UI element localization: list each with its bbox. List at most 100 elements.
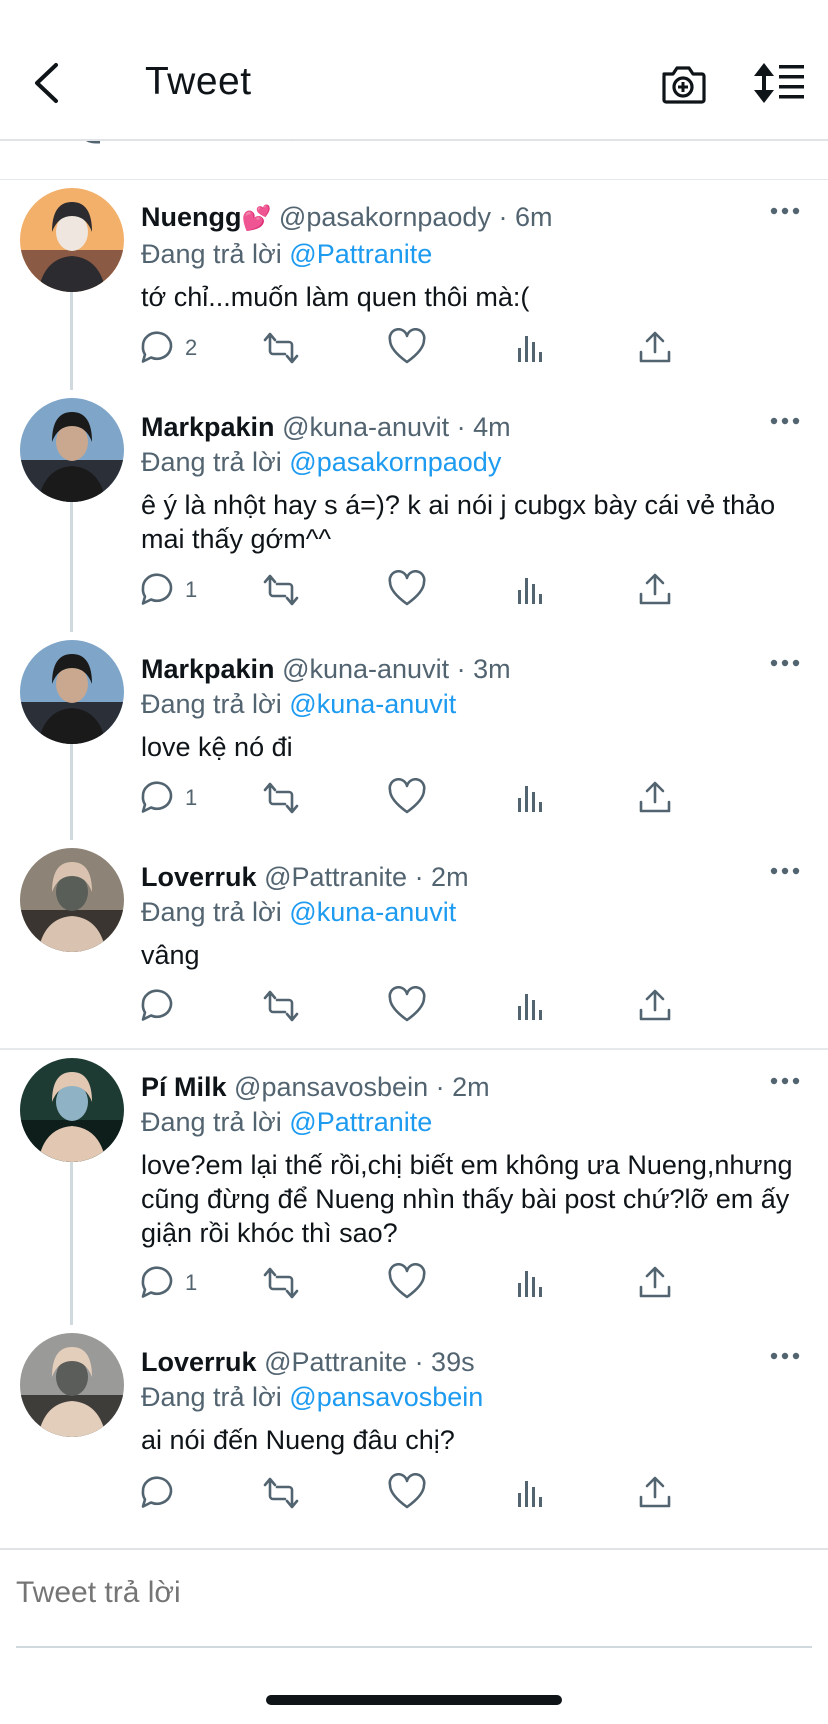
reply-button[interactable]: 1 [137,1263,197,1303]
tweet-item[interactable]: Markpakin @kuna-anuvit · 3m Đang trả lời … [0,632,828,840]
views-button[interactable] [511,1473,551,1513]
share-button[interactable] [635,986,675,1026]
author-handle: @kuna-anuvit [282,654,450,684]
avatar[interactable] [20,1333,124,1437]
tweet-item[interactable]: Loverruk @Pattranite · 2m Đang trả lời @k… [0,840,828,1048]
avatar[interactable] [20,640,124,744]
replying-to: Đang trả lời @pasakornpaody [141,444,802,480]
avatar[interactable] [20,848,124,952]
top-nav-bar: Tweet [0,0,828,141]
more-options-button[interactable] [770,1074,800,1086]
tweet-header: Loverruk @Pattranite · 2m [141,860,802,894]
reply-icon [141,1476,173,1508]
retweet-button[interactable] [261,328,301,368]
replying-to-label: Đang trả lời [141,1107,282,1137]
more-options-button[interactable] [770,1349,800,1361]
retweet-icon [263,782,299,814]
back-button[interactable] [26,60,66,106]
tweet-header: Markpakin @kuna-anuvit · 3m [141,652,802,686]
share-icon [639,1476,671,1508]
reply-mention-link[interactable]: @Pattranite [289,239,432,269]
reply-mention-link[interactable]: @kuna-anuvit [289,897,456,927]
tweet-actions: 1 [141,570,741,610]
home-indicator[interactable] [266,1695,562,1705]
tweet-header: Markpakin @kuna-anuvit · 4m [141,410,802,444]
more-icon [770,417,800,425]
tweet-body: Markpakin @kuna-anuvit · 4m Đang trả lời … [141,410,802,556]
tweet-item[interactable]: Markpakin @kuna-anuvit · 4m Đang trả lời … [0,390,828,632]
views-button[interactable] [511,1263,551,1303]
reply-button[interactable]: 1 [137,778,197,818]
author-name: Loverruk [141,1347,257,1377]
tweet-header: Loverruk @Pattranite · 39s [141,1345,802,1379]
retweet-button[interactable] [261,986,301,1026]
like-button[interactable] [387,1473,427,1513]
replying-to: Đang trả lời @Pattranite [141,1104,802,1140]
like-button[interactable] [387,778,427,818]
reply-icon [141,573,173,605]
tweet-item[interactable]: Loverruk @Pattranite · 39s Đang trả lời @… [0,1325,828,1535]
replying-to: Đang trả lời @pansavosbein [141,1379,802,1415]
share-icon [639,989,671,1021]
reply-mention-link[interactable]: @Pattranite [289,1107,432,1137]
tweet-timestamp: · 6m [498,202,553,232]
reply-input[interactable] [16,1576,806,1610]
like-button[interactable] [387,328,427,368]
reply-button[interactable] [137,986,177,1026]
views-button[interactable] [511,570,551,610]
tweet-item[interactable]: Pí Milk @pansavosbein · 2m Đang trả lời @… [0,1050,828,1325]
camera-button[interactable] [660,62,706,106]
more-options-button[interactable] [770,414,800,426]
author-handle: @Pattranite [264,1347,408,1377]
views-button[interactable] [511,986,551,1026]
share-button[interactable] [635,328,675,368]
retweet-button[interactable] [261,570,301,610]
retweet-button[interactable] [261,1473,301,1513]
avatar[interactable] [20,1058,124,1162]
retweet-button[interactable] [261,778,301,818]
reply-button[interactable]: 2 [137,328,197,368]
share-button[interactable] [635,778,675,818]
thread-connector-line [70,496,73,632]
reply-button[interactable]: 1 [137,570,197,610]
author-name: Loverruk [141,862,257,892]
share-button[interactable] [635,1263,675,1303]
retweet-icon [263,990,299,1022]
sort-button[interactable] [752,62,806,104]
views-button[interactable] [511,328,551,368]
tweet-actions: 2 [141,328,741,368]
like-button[interactable] [387,1263,427,1303]
tweet-actions [141,986,741,1026]
author-handle: @pansavosbein [234,1072,429,1102]
reply-mention-link[interactable]: @pasakornpaody [289,447,501,477]
share-button[interactable] [635,1473,675,1513]
share-icon [639,573,671,605]
tweet-timestamp: · 2m [414,862,469,892]
thread-connector-line [70,738,73,840]
more-icon [770,867,800,875]
retweet-button[interactable] [261,1263,301,1303]
share-button[interactable] [635,570,675,610]
reply-underline [16,1646,812,1648]
like-button[interactable] [387,986,427,1026]
reply-mention-link[interactable]: @kuna-anuvit [289,689,456,719]
replying-to: Đang trả lời @kuna-anuvit [141,894,802,930]
like-button[interactable] [387,570,427,610]
avatar[interactable] [20,188,124,292]
more-options-button[interactable] [770,204,800,216]
like-icon [388,986,426,1022]
more-options-button[interactable] [770,864,800,876]
tweet-text: ai nói đến Nueng đâu chị? [141,1425,455,1455]
tweet-body: Pí Milk @pansavosbein · 2m Đang trả lời @… [141,1070,802,1250]
reply-button[interactable] [137,1473,177,1513]
avatar[interactable] [20,398,124,502]
tweet-body: Loverruk @Pattranite · 39s Đang trả lời @… [141,1345,802,1457]
views-icon [518,578,542,604]
tweet-actions [141,1473,741,1513]
tweet-item[interactable]: Nuengg💕 @pasakornpaody · 6m Đang trả lời … [0,180,828,390]
more-icon [770,659,800,667]
more-options-button[interactable] [770,656,800,668]
reply-mention-link[interactable]: @pansavosbein [289,1382,483,1412]
views-button[interactable] [511,778,551,818]
tweet-actions: 1 [141,778,741,818]
